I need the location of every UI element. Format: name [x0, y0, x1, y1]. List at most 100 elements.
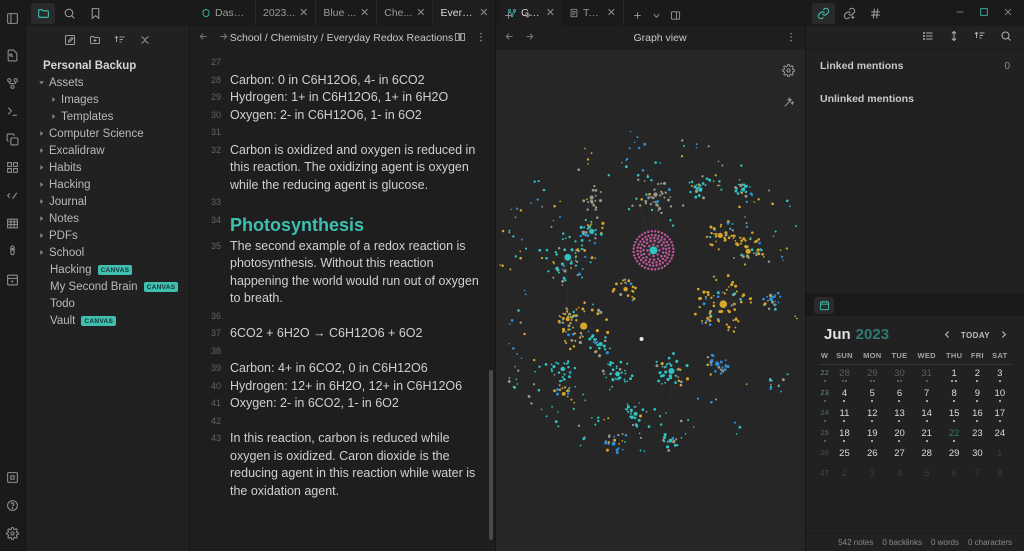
- calendar-day-cell[interactable]: 29: [941, 445, 967, 465]
- calendar-week-number[interactable]: 24: [818, 405, 831, 425]
- calendar-day-cell[interactable]: 18: [831, 425, 858, 445]
- close-icon[interactable]: [1003, 4, 1013, 22]
- close-tab-icon[interactable]: ✕: [360, 8, 369, 19]
- calendar-day-cell[interactable]: 2: [831, 465, 858, 485]
- calendar-day-cell[interactable]: 20: [887, 425, 912, 445]
- calendar-day-cell[interactable]: 8: [941, 385, 967, 405]
- tab-every[interactable]: Every...✕: [433, 0, 495, 26]
- ribbon-calendar-icon[interactable]: [2, 268, 24, 290]
- chevron-right-icon[interactable]: [36, 198, 47, 205]
- vault-name[interactable]: Personal Backup: [26, 57, 189, 74]
- calendar-day-cell[interactable]: 7: [967, 465, 988, 485]
- magic-wand-icon[interactable]: [782, 96, 795, 114]
- chevron-down-icon[interactable]: [36, 79, 47, 86]
- file-item[interactable]: Todo: [26, 295, 189, 312]
- calendar-day-cell[interactable]: 5: [912, 465, 941, 485]
- graph-canvas[interactable]: [496, 50, 805, 551]
- back-arrow-icon[interactable]: [198, 31, 209, 45]
- calendar-day-cell[interactable]: 7: [912, 385, 941, 405]
- sort-icon[interactable]: [974, 29, 986, 47]
- editor-line[interactable]: 31: [190, 124, 495, 142]
- calendar-week-number[interactable]: 27: [818, 465, 831, 485]
- search-icon[interactable]: [1000, 29, 1012, 47]
- calendar-prev-button[interactable]: [943, 326, 952, 344]
- ribbon-vault-icon[interactable]: [2, 466, 24, 488]
- chevron-right-icon[interactable]: [36, 181, 47, 188]
- chevron-right-icon[interactable]: [48, 113, 59, 120]
- editor-scrollbar[interactable]: [489, 370, 493, 540]
- calendar-month[interactable]: Jun: [824, 326, 851, 343]
- calendar-day-cell[interactable]: 27: [887, 445, 912, 465]
- calendar-day-cell[interactable]: 28: [912, 445, 941, 465]
- ribbon-graph-icon[interactable]: [2, 72, 24, 94]
- folder-item[interactable]: Hacking: [26, 176, 189, 193]
- editor-line[interactable]: 38: [190, 343, 495, 361]
- calendar-day-cell[interactable]: 3: [988, 365, 1012, 385]
- editor-line[interactable]: 33: [190, 194, 495, 212]
- new-note-icon[interactable]: [64, 34, 76, 46]
- calendar-day-cell[interactable]: 15: [941, 405, 967, 425]
- maximize-icon[interactable]: [979, 4, 989, 22]
- tab-che[interactable]: Che...✕: [377, 0, 433, 26]
- tab-dash[interactable]: Dash...: [194, 0, 256, 26]
- calendar-day-cell[interactable]: 30: [887, 365, 912, 385]
- tab-search[interactable]: [57, 3, 81, 24]
- editor-line[interactable]: 28Carbon: 0 in C6H12O6, 4- in 6CO2: [190, 72, 495, 90]
- calendar-day-cell[interactable]: 17: [988, 405, 1012, 425]
- ribbon-attachment-icon[interactable]: [2, 240, 24, 262]
- calendar-day-cell[interactable]: 2: [967, 365, 988, 385]
- editor-line[interactable]: 376CO2 + 6H2O → C6H12O6 + 6O2: [190, 325, 495, 343]
- calendar-day-cell[interactable]: 10: [988, 385, 1012, 405]
- tab-tags[interactable]: [864, 3, 887, 24]
- calendar-day-cell[interactable]: 24: [988, 425, 1012, 445]
- ribbon-terminal-icon[interactable]: [2, 100, 24, 122]
- calendar-day-cell[interactable]: 19: [858, 425, 887, 445]
- more-options-icon[interactable]: [785, 31, 797, 46]
- calendar-day-cell[interactable]: 3: [858, 465, 887, 485]
- sidebar-toggle-icon[interactable]: [2, 7, 24, 29]
- editor-line[interactable]: 32Carbon is oxidized and oxygen is reduc…: [190, 142, 495, 195]
- forward-arrow-icon[interactable]: [218, 31, 229, 45]
- calendar-day-cell[interactable]: 23: [967, 425, 988, 445]
- editor-line[interactable]: 34Photosynthesis: [190, 212, 495, 238]
- tab-calendar[interactable]: [814, 297, 834, 314]
- chevron-right-icon[interactable]: [36, 232, 47, 239]
- calendar-year[interactable]: 2023: [856, 326, 889, 343]
- calendar-day-cell[interactable]: 1: [941, 365, 967, 385]
- sort-icon[interactable]: [114, 34, 126, 46]
- ribbon-help-icon[interactable]: [2, 494, 24, 516]
- calendar-day-cell[interactable]: 6: [941, 465, 967, 485]
- calendar-day-cell[interactable]: 25: [831, 445, 858, 465]
- editor-line[interactable]: 43In this reaction, carbon is reduced wh…: [190, 430, 495, 500]
- calendar-day-cell[interactable]: 6: [887, 385, 912, 405]
- calendar-day-cell[interactable]: 31: [912, 365, 941, 385]
- chevron-right-icon[interactable]: [48, 96, 59, 103]
- ribbon-grid-icon[interactable]: [2, 156, 24, 178]
- folder-item[interactable]: Computer Science: [26, 125, 189, 142]
- calendar-day-cell[interactable]: 26: [858, 445, 887, 465]
- folder-item[interactable]: Templates: [26, 108, 189, 125]
- tab-todo[interactable]: Todo✕: [562, 0, 624, 26]
- calendar-day-cell[interactable]: 4: [887, 465, 912, 485]
- editor-line[interactable]: 30Oxygen: 2- in C6H12O6, 1- in 6O2: [190, 107, 495, 125]
- calendar-week-number[interactable]: 25: [818, 425, 831, 445]
- expand-vertical-icon[interactable]: [948, 29, 960, 47]
- chevron-right-icon[interactable]: [36, 249, 47, 256]
- ribbon-copy-icon[interactable]: [2, 128, 24, 150]
- calendar-week-number[interactable]: 23: [818, 385, 831, 405]
- minimize-icon[interactable]: [955, 4, 965, 22]
- calendar-day-cell[interactable]: 12: [858, 405, 887, 425]
- linked-mentions-row[interactable]: Linked mentions 0: [820, 60, 1010, 72]
- calendar-day-cell[interactable]: 29: [858, 365, 887, 385]
- folder-item[interactable]: Images: [26, 91, 189, 108]
- ribbon-code-icon[interactable]: [2, 184, 24, 206]
- editor-line[interactable]: 36: [190, 308, 495, 326]
- close-tab-icon[interactable]: ✕: [607, 8, 616, 19]
- calendar-day-cell[interactable]: 5: [858, 385, 887, 405]
- folder-item[interactable]: Excalidraw: [26, 142, 189, 159]
- folder-item[interactable]: Habits: [26, 159, 189, 176]
- chevron-down-icon[interactable]: [522, 8, 533, 26]
- folder-item[interactable]: Assets: [26, 74, 189, 91]
- file-item[interactable]: My Second BrainCANVAS: [26, 278, 189, 295]
- editor-line[interactable]: 29Hydrogen: 1+ in C6H12O6, 1+ in 6H2O: [190, 89, 495, 107]
